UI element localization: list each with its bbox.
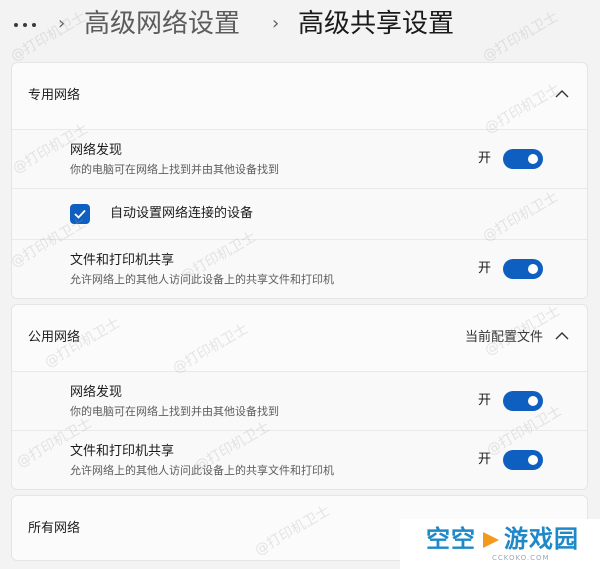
chevron-right-icon: › [58, 13, 66, 34]
section-title: 公用网络 [28, 330, 81, 345]
toggle-state-label: 开 [477, 393, 491, 408]
toggle-state-label: 开 [477, 151, 491, 166]
network-discovery-setting: 网络发现 你的电脑可在网络上找到并由其他设备找到 开 [12, 371, 587, 430]
page-title: 高级共享设置 [298, 9, 455, 39]
file-printer-sharing-setting: 文件和打印机共享 允许网络上的其他人访问此设备上的共享文件和打印机 开 [12, 239, 587, 298]
toggle-knob [528, 154, 538, 164]
current-profile-label: 当前配置文件 [464, 330, 543, 345]
network-discovery-toggle[interactable] [503, 149, 543, 169]
public-network-header[interactable]: 公用网络 当前配置文件 [12, 305, 587, 371]
checkbox-label: 自动设置网络连接的设备 [110, 206, 254, 221]
chevron-up-icon [555, 90, 569, 98]
network-discovery-setting: 网络发现 你的电脑可在网络上找到并由其他设备找到 开 [12, 129, 587, 188]
checkmark-icon [74, 209, 86, 219]
toggle-state-label: 开 [477, 452, 491, 467]
section-title: 专用网络 [28, 88, 81, 103]
public-network-section: 公用网络 当前配置文件 网络发现 你的电脑可在网络上找到并由其他设备找到 开 文… [11, 304, 588, 490]
site-logo: 空空 游戏园 CCKOKO.COM [400, 519, 600, 569]
setting-description: 你的电脑可在网络上找到并由其他设备找到 [70, 405, 279, 418]
file-printer-sharing-toggle[interactable] [503, 450, 543, 470]
private-network-header[interactable]: 专用网络 [12, 63, 587, 129]
setting-label: 网络发现 [70, 385, 123, 400]
more-options-button[interactable] [14, 18, 46, 32]
more-dot-icon [14, 23, 18, 27]
chevron-right-icon: › [272, 13, 280, 34]
setting-label: 文件和打印机共享 [70, 444, 175, 459]
setting-label: 网络发现 [70, 143, 123, 158]
setting-label: 文件和打印机共享 [70, 253, 175, 268]
section-title: 所有网络 [28, 521, 81, 536]
file-printer-sharing-toggle[interactable] [503, 259, 543, 279]
breadcrumb: › 高级网络设置 › 高级共享设置 [0, 0, 600, 52]
private-network-section: 专用网络 网络发现 你的电脑可在网络上找到并由其他设备找到 开 自动设置网络连接… [11, 62, 588, 299]
auto-setup-checkbox[interactable] [70, 204, 90, 224]
toggle-state-label: 开 [477, 261, 491, 276]
setting-description: 允许网络上的其他人访问此设备上的共享文件和打印机 [70, 464, 334, 477]
logo-mark-icon [483, 532, 499, 548]
logo-text-right: 游戏园 [504, 525, 579, 553]
chevron-up-icon [555, 332, 569, 340]
toggle-knob [528, 264, 538, 274]
auto-setup-setting: 自动设置网络连接的设备 [12, 188, 587, 239]
breadcrumb-advanced-network-settings[interactable]: 高级网络设置 [84, 8, 240, 40]
setting-description: 你的电脑可在网络上找到并由其他设备找到 [70, 163, 279, 176]
file-printer-sharing-setting: 文件和打印机共享 允许网络上的其他人访问此设备上的共享文件和打印机 开 [12, 430, 587, 489]
network-discovery-toggle[interactable] [503, 391, 543, 411]
more-dot-icon [23, 23, 27, 27]
more-dot-icon [32, 23, 36, 27]
logo-subtext: CCKOKO.COM [492, 554, 550, 562]
toggle-knob [528, 455, 538, 465]
toggle-knob [528, 396, 538, 406]
logo-text-left: 空空 [426, 525, 476, 553]
setting-description: 允许网络上的其他人访问此设备上的共享文件和打印机 [70, 273, 334, 286]
